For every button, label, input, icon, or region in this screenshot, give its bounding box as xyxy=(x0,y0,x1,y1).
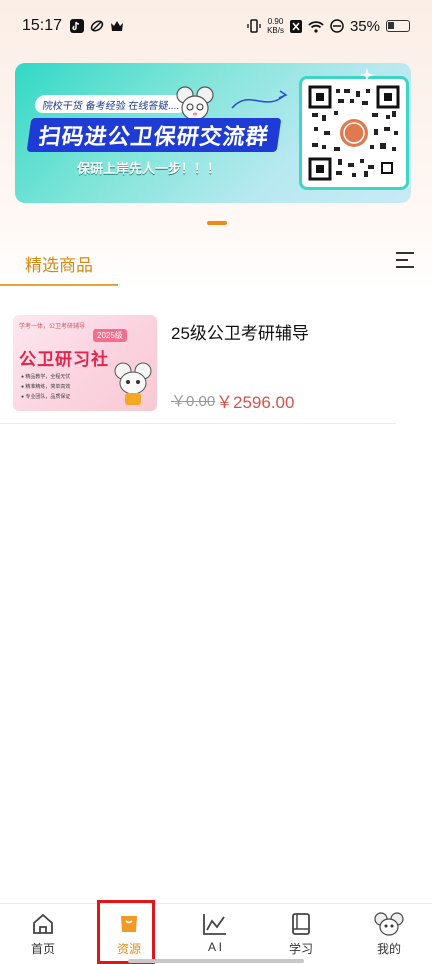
nav-profile[interactable]: 我的 xyxy=(346,904,432,964)
thumb-line: ● 精品教学，全程无忧 xyxy=(21,374,71,380)
network-speed-unit: KB/s xyxy=(267,26,284,35)
battery-icon xyxy=(386,20,410,32)
nav-home-label: 首页 xyxy=(30,942,55,956)
promo-banner[interactable]: 院校干货 备考经验 在线答疑.... 扫码进公卫保研交流群 保研上岸先人一步！！… xyxy=(15,63,411,203)
home-indicator xyxy=(128,959,304,963)
bottom-nav: 首页 资源 A I 学习 我的 xyxy=(0,903,432,964)
arrow-decoration-icon xyxy=(231,90,288,109)
home-icon xyxy=(33,913,53,934)
vibrate-icon xyxy=(247,19,261,33)
status-notification-icons xyxy=(70,19,124,33)
product-thumbnail: 学考一体，公卫考研辅导 2025级 公卫研习社 ● 精品教学，全程无忧 ● 精准… xyxy=(13,315,157,411)
network-speed: 0.90 KB/s xyxy=(267,17,284,35)
thumb-top-text: 学考一体，公卫考研辅导 xyxy=(19,324,86,330)
banner-title: 扫码进公卫保研交流群 xyxy=(26,118,282,152)
no-disturb-icon xyxy=(330,19,344,33)
tiktok-icon xyxy=(70,19,85,33)
nav-ai-label: A I xyxy=(207,940,222,954)
tab-featured[interactable]: 精选商品 xyxy=(0,240,118,286)
status-bar: 15:17 0.90 KB/s 35% xyxy=(0,0,432,52)
banner-subtitle: 保研上岸先人一步！！！ xyxy=(77,161,221,176)
crown-icon xyxy=(111,21,124,31)
menu-icon[interactable] xyxy=(395,250,415,270)
thumb-line: ● 精准精练，简单高效 xyxy=(21,384,71,390)
nav-profile-label: 我的 xyxy=(376,942,401,956)
mouse-mascot-icon xyxy=(114,362,152,405)
tab-underline xyxy=(0,284,118,286)
wifi-icon xyxy=(308,20,324,33)
thumb-line: ● 专业团队，品质保证 xyxy=(21,394,71,400)
product-price: ￥2596.00 xyxy=(216,393,295,412)
nav-home[interactable]: 首页 xyxy=(0,904,86,964)
highlight-box xyxy=(97,900,155,964)
status-time: 15:17 xyxy=(22,17,63,34)
nav-study-label: 学习 xyxy=(288,942,313,956)
product-item[interactable]: 学考一体，公卫考研辅导 2025级 公卫研习社 ● 精品教学，全程无忧 ● 精准… xyxy=(0,302,396,424)
mascot-avatar-icon xyxy=(374,912,404,936)
banner-tag: 院校干货 备考经验 在线答疑.... xyxy=(33,95,189,113)
product-original-price: ￥0.00 xyxy=(171,393,216,410)
thumb-year-badge: 2025级 xyxy=(93,329,127,342)
status-right-group: 0.90 KB/s 35% xyxy=(247,17,410,35)
sim-off-icon xyxy=(289,19,302,33)
app-leaf-icon xyxy=(90,20,104,32)
product-title: 25级公卫考研辅导 xyxy=(171,324,309,343)
thumb-title: 公卫研习社 xyxy=(19,350,109,369)
battery-percent: 35% xyxy=(349,17,380,35)
book-icon xyxy=(292,913,310,935)
category-tabs: 精选商品 xyxy=(0,240,432,286)
qr-code-icon xyxy=(308,85,400,181)
sparkle-icon xyxy=(360,68,374,82)
nav-ai[interactable]: A I xyxy=(172,904,258,964)
network-speed-value: 0.90 xyxy=(267,17,284,26)
nav-study[interactable]: 学习 xyxy=(258,904,344,964)
carousel-indicator xyxy=(207,221,227,225)
chart-icon xyxy=(203,914,226,935)
qr-code xyxy=(299,76,409,190)
